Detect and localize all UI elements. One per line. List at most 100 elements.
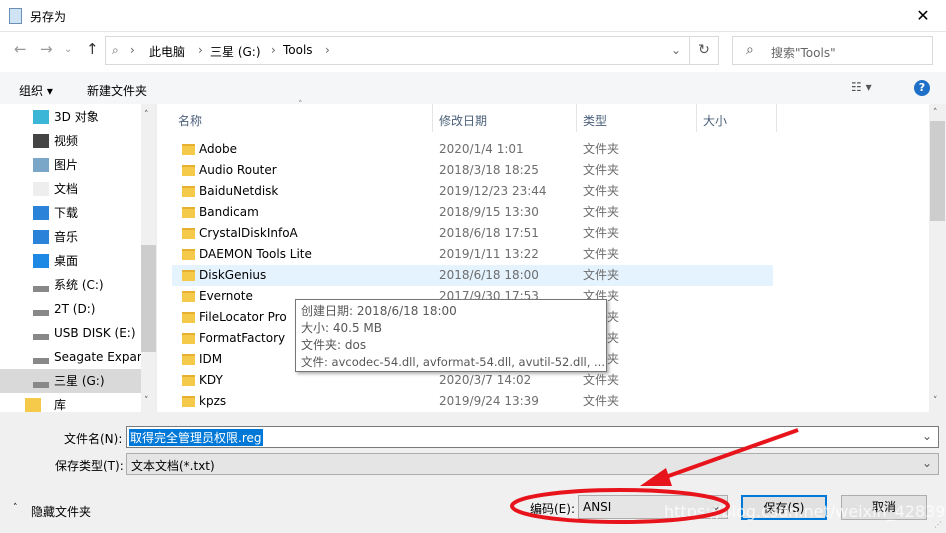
file-date: 2019/9/24 13:39 [439,394,539,408]
sidebar-item[interactable]: 文档 [0,177,141,201]
chevron-icon: › [130,43,135,57]
file-name: FileLocator Pro [199,310,287,324]
window-title: 另存为 [30,10,67,24]
sidebar-item-label: 图片 [54,158,79,172]
sidebar-item[interactable]: 库 [0,393,141,412]
file-type: 文件夹 [583,184,620,198]
picture-icon [33,158,49,172]
title-bar: 另存为 ✕ [0,0,946,32]
folder-icon [182,354,195,365]
file-type: 文件夹 [583,394,620,408]
sidebar-item[interactable]: 2T (D:) [0,297,141,321]
sidebar-item[interactable]: 音乐 [0,225,141,249]
file-name: DiskGenius [199,268,267,282]
sidebar-item-label: 下载 [54,206,79,220]
folder-icon [182,291,195,302]
breadcrumb-tools[interactable]: Tools [283,43,313,57]
filename-input[interactable]: 取得完全管理员权限.reg ⌄ [126,426,939,448]
folder-tooltip: 创建日期: 2018/6/18 18:00 大小: 40.5 MB 文件夹: d… [295,299,607,372]
column-size[interactable]: 大小 [703,112,727,129]
help-icon[interactable]: ? [914,80,930,96]
file-date: 2020/1/4 1:01 [439,142,524,156]
file-row[interactable]: KDY 2020/3/7 14:02 文件夹 [172,370,773,391]
sidebar-item[interactable]: USB DISK (E:) [0,321,141,345]
up-icon[interactable]: ↑ [86,40,99,58]
refresh-button[interactable]: ↻ [689,36,719,65]
chevron-icon: › [325,43,330,57]
close-button[interactable]: ✕ [900,0,946,32]
folder-icon [182,144,195,155]
navigation-pane: 3D 对象 视频图片文档下载音乐桌面系统 (C:) 2T (D:) USB DISK … [0,104,157,412]
chevron-down-icon[interactable]: ⌄ [922,456,932,470]
drive-icon [33,286,49,292]
sidebar-item[interactable]: 视频 [0,129,141,153]
address-bar[interactable]: ⌕ › 此电脑 › 三星 (G:) › Tools › ⌄ [105,36,690,65]
scroll-up-icon[interactable]: ˄ [144,110,149,120]
file-row[interactable]: kpzs 2019/9/24 13:39 文件夹 [172,391,773,412]
view-options-icon[interactable]: ☷ ▾ [851,80,872,94]
column-divider[interactable] [776,104,777,132]
scroll-up-icon[interactable]: ˄ [933,108,938,118]
file-row[interactable]: CrystalDiskInfoA 2018/6/18 17:51 文件夹 [172,223,773,244]
cube-icon [33,110,49,124]
breadcrumb-pc[interactable]: 此电脑 [149,43,185,60]
sidebar-item[interactable]: 三星 (G:) [0,369,141,393]
file-row[interactable]: Adobe 2020/1/4 1:01 文件夹 [172,139,773,160]
scroll-down-icon[interactable]: ˅ [144,396,149,406]
sidebar-item[interactable]: 下载 [0,201,141,225]
forward-icon[interactable]: → [40,40,53,58]
file-date: 2018/3/18 18:25 [439,163,539,177]
sidebar-item[interactable]: 3D 对象 [0,105,141,129]
resize-grip-icon[interactable]: ⋰ [934,520,942,529]
pc-icon: ⌕ [112,43,119,57]
folder-icon [182,270,195,281]
encoding-value: ANSI [583,500,612,514]
chevron-icon: › [271,43,276,57]
column-date[interactable]: 修改日期 [439,112,487,129]
sidebar-item-label: 库 [54,398,67,412]
save-options-panel: 文件名(N): 取得完全管理员权限.reg ⌄ 保存类型(T): 文本文档(*.… [0,412,946,533]
sidebar-item-label: 系统 (C:) [54,278,104,292]
file-date: 2019/12/23 23:44 [439,184,547,198]
back-icon[interactable]: ← [14,40,27,58]
column-type[interactable]: 类型 [583,112,607,129]
sidebar-item[interactable]: 图片 [0,153,141,177]
filename-value: 取得完全管理员权限.reg [129,429,263,446]
folder-icon [25,398,41,412]
file-row[interactable]: DiskGenius 2018/6/18 18:00 文件夹 [172,265,773,286]
file-scrollbar-thumb[interactable] [930,121,945,221]
download-icon [33,206,49,220]
column-headers: ˄ 名称 修改日期 类型 大小 [160,100,929,132]
column-name[interactable]: 名称 [178,112,202,129]
file-row[interactable]: Bandicam 2018/9/15 13:30 文件夹 [172,202,773,223]
recent-dropdown-icon[interactable]: ⌄ [64,44,72,55]
breadcrumb-drive[interactable]: 三星 (G:) [210,43,261,60]
column-divider[interactable] [432,104,433,132]
nav-scrollbar[interactable]: ˄ ˅ [141,104,156,412]
search-input[interactable]: ⌕ 搜索"Tools" [732,36,933,65]
nav-scrollbar-thumb[interactable] [141,245,156,352]
sidebar-item[interactable]: 桌面 [0,249,141,273]
column-divider[interactable] [696,104,697,132]
folder-icon [182,165,195,176]
sidebar-item-label: 桌面 [54,254,79,268]
new-folder-button[interactable]: 新建文件夹 [87,82,147,99]
organize-button[interactable]: 组织 ▾ [19,82,53,99]
file-list-scrollbar[interactable]: ˄ ˅ [929,104,946,412]
sidebar-item-label: Seagate Expan [54,350,145,364]
file-type: 文件夹 [583,205,620,219]
file-name: Adobe [199,142,237,156]
file-row[interactable]: Audio Router 2018/3/18 18:25 文件夹 [172,160,773,181]
sidebar-item[interactable]: 系统 (C:) [0,273,141,297]
filetype-select[interactable]: 文本文档(*.txt) ⌄ [126,453,939,475]
sidebar-item[interactable]: Seagate Expan [0,345,145,369]
chevron-up-icon[interactable]: ˄ [13,503,18,513]
hide-folders-button[interactable]: 隐藏文件夹 [31,503,91,520]
file-name: KDY [199,373,223,387]
column-divider[interactable] [576,104,577,132]
chevron-down-icon[interactable]: ⌄ [671,43,681,57]
scroll-down-icon[interactable]: ˅ [933,396,938,406]
file-row[interactable]: BaiduNetdisk 2019/12/23 23:44 文件夹 [172,181,773,202]
chevron-down-icon[interactable]: ⌄ [922,429,932,443]
file-row[interactable]: DAEMON Tools Lite 2019/1/11 13:22 文件夹 [172,244,773,265]
